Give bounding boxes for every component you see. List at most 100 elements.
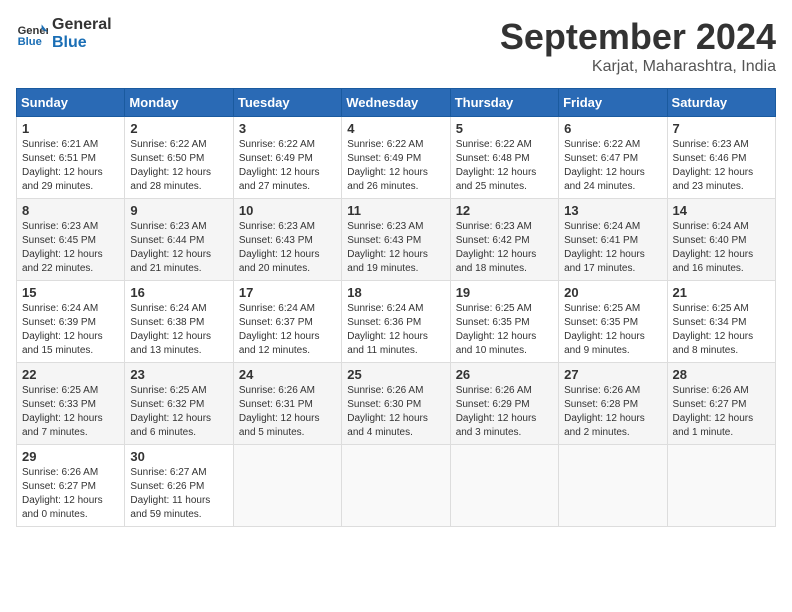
day-info: Sunrise: 6:24 AMSunset: 6:37 PMDaylight:… <box>239 303 320 356</box>
day-info: Sunrise: 6:24 AMSunset: 6:38 PMDaylight:… <box>130 303 211 356</box>
table-row <box>342 445 450 527</box>
location: Karjat, Maharashtra, India <box>500 58 776 76</box>
svg-text:Blue: Blue <box>18 36 42 48</box>
table-row: 26 Sunrise: 6:26 AMSunset: 6:29 PMDaylig… <box>450 363 558 445</box>
calendar-row: 8 Sunrise: 6:23 AMSunset: 6:45 PMDayligh… <box>17 199 776 281</box>
day-info: Sunrise: 6:24 AMSunset: 6:36 PMDaylight:… <box>347 303 428 356</box>
day-number: 26 <box>456 367 553 382</box>
calendar-row: 29 Sunrise: 6:26 AMSunset: 6:27 PMDaylig… <box>17 445 776 527</box>
day-info: Sunrise: 6:22 AMSunset: 6:48 PMDaylight:… <box>456 139 537 192</box>
logo-line2: Blue <box>52 34 112 52</box>
day-info: Sunrise: 6:23 AMSunset: 6:43 PMDaylight:… <box>239 221 320 274</box>
day-number: 11 <box>347 203 444 218</box>
table-row: 16 Sunrise: 6:24 AMSunset: 6:38 PMDaylig… <box>125 281 233 363</box>
day-info: Sunrise: 6:24 AMSunset: 6:40 PMDaylight:… <box>673 221 754 274</box>
table-row: 23 Sunrise: 6:25 AMSunset: 6:32 PMDaylig… <box>125 363 233 445</box>
month-title: September 2024 <box>500 16 776 58</box>
table-row: 22 Sunrise: 6:25 AMSunset: 6:33 PMDaylig… <box>17 363 125 445</box>
table-row: 18 Sunrise: 6:24 AMSunset: 6:36 PMDaylig… <box>342 281 450 363</box>
day-info: Sunrise: 6:26 AMSunset: 6:28 PMDaylight:… <box>564 385 645 438</box>
day-number: 9 <box>130 203 227 218</box>
col-sunday: Sunday <box>17 89 125 117</box>
table-row: 28 Sunrise: 6:26 AMSunset: 6:27 PMDaylig… <box>667 363 775 445</box>
day-number: 23 <box>130 367 227 382</box>
calendar-row: 15 Sunrise: 6:24 AMSunset: 6:39 PMDaylig… <box>17 281 776 363</box>
table-row <box>233 445 341 527</box>
col-monday: Monday <box>125 89 233 117</box>
day-info: Sunrise: 6:26 AMSunset: 6:27 PMDaylight:… <box>22 467 103 520</box>
day-info: Sunrise: 6:25 AMSunset: 6:34 PMDaylight:… <box>673 303 754 356</box>
day-number: 27 <box>564 367 661 382</box>
day-number: 14 <box>673 203 770 218</box>
table-row: 19 Sunrise: 6:25 AMSunset: 6:35 PMDaylig… <box>450 281 558 363</box>
col-saturday: Saturday <box>667 89 775 117</box>
table-row: 15 Sunrise: 6:24 AMSunset: 6:39 PMDaylig… <box>17 281 125 363</box>
day-number: 3 <box>239 121 336 136</box>
table-row: 25 Sunrise: 6:26 AMSunset: 6:30 PMDaylig… <box>342 363 450 445</box>
calendar-row: 1 Sunrise: 6:21 AMSunset: 6:51 PMDayligh… <box>17 117 776 199</box>
table-row: 13 Sunrise: 6:24 AMSunset: 6:41 PMDaylig… <box>559 199 667 281</box>
day-info: Sunrise: 6:22 AMSunset: 6:49 PMDaylight:… <box>347 139 428 192</box>
table-row: 3 Sunrise: 6:22 AMSunset: 6:49 PMDayligh… <box>233 117 341 199</box>
day-info: Sunrise: 6:23 AMSunset: 6:45 PMDaylight:… <box>22 221 103 274</box>
day-info: Sunrise: 6:23 AMSunset: 6:43 PMDaylight:… <box>347 221 428 274</box>
day-info: Sunrise: 6:25 AMSunset: 6:33 PMDaylight:… <box>22 385 103 438</box>
col-friday: Friday <box>559 89 667 117</box>
day-number: 20 <box>564 285 661 300</box>
day-info: Sunrise: 6:26 AMSunset: 6:27 PMDaylight:… <box>673 385 754 438</box>
table-row: 10 Sunrise: 6:23 AMSunset: 6:43 PMDaylig… <box>233 199 341 281</box>
table-row: 30 Sunrise: 6:27 AMSunset: 6:26 PMDaylig… <box>125 445 233 527</box>
day-number: 29 <box>22 449 119 464</box>
table-row <box>450 445 558 527</box>
col-thursday: Thursday <box>450 89 558 117</box>
day-number: 22 <box>22 367 119 382</box>
day-info: Sunrise: 6:22 AMSunset: 6:50 PMDaylight:… <box>130 139 211 192</box>
table-row: 27 Sunrise: 6:26 AMSunset: 6:28 PMDaylig… <box>559 363 667 445</box>
table-row: 6 Sunrise: 6:22 AMSunset: 6:47 PMDayligh… <box>559 117 667 199</box>
col-tuesday: Tuesday <box>233 89 341 117</box>
day-number: 15 <box>22 285 119 300</box>
table-row: 21 Sunrise: 6:25 AMSunset: 6:34 PMDaylig… <box>667 281 775 363</box>
table-row: 24 Sunrise: 6:26 AMSunset: 6:31 PMDaylig… <box>233 363 341 445</box>
logo-icon: General Blue <box>16 18 48 50</box>
logo: General Blue General Blue <box>16 16 112 51</box>
day-info: Sunrise: 6:27 AMSunset: 6:26 PMDaylight:… <box>130 467 210 520</box>
day-number: 30 <box>130 449 227 464</box>
day-info: Sunrise: 6:25 AMSunset: 6:32 PMDaylight:… <box>130 385 211 438</box>
table-row: 2 Sunrise: 6:22 AMSunset: 6:50 PMDayligh… <box>125 117 233 199</box>
table-row: 1 Sunrise: 6:21 AMSunset: 6:51 PMDayligh… <box>17 117 125 199</box>
day-number: 6 <box>564 121 661 136</box>
day-info: Sunrise: 6:26 AMSunset: 6:30 PMDaylight:… <box>347 385 428 438</box>
table-row: 17 Sunrise: 6:24 AMSunset: 6:37 PMDaylig… <box>233 281 341 363</box>
day-number: 1 <box>22 121 119 136</box>
day-info: Sunrise: 6:21 AMSunset: 6:51 PMDaylight:… <box>22 139 103 192</box>
day-info: Sunrise: 6:25 AMSunset: 6:35 PMDaylight:… <box>564 303 645 356</box>
col-wednesday: Wednesday <box>342 89 450 117</box>
day-info: Sunrise: 6:23 AMSunset: 6:42 PMDaylight:… <box>456 221 537 274</box>
table-row: 20 Sunrise: 6:25 AMSunset: 6:35 PMDaylig… <box>559 281 667 363</box>
day-info: Sunrise: 6:23 AMSunset: 6:44 PMDaylight:… <box>130 221 211 274</box>
day-info: Sunrise: 6:22 AMSunset: 6:49 PMDaylight:… <box>239 139 320 192</box>
day-info: Sunrise: 6:26 AMSunset: 6:31 PMDaylight:… <box>239 385 320 438</box>
table-row <box>667 445 775 527</box>
table-row: 14 Sunrise: 6:24 AMSunset: 6:40 PMDaylig… <box>667 199 775 281</box>
day-number: 24 <box>239 367 336 382</box>
calendar-table: Sunday Monday Tuesday Wednesday Thursday… <box>16 88 776 527</box>
day-number: 13 <box>564 203 661 218</box>
day-number: 12 <box>456 203 553 218</box>
day-number: 16 <box>130 285 227 300</box>
day-number: 28 <box>673 367 770 382</box>
table-row <box>559 445 667 527</box>
day-info: Sunrise: 6:26 AMSunset: 6:29 PMDaylight:… <box>456 385 537 438</box>
table-row: 29 Sunrise: 6:26 AMSunset: 6:27 PMDaylig… <box>17 445 125 527</box>
day-number: 5 <box>456 121 553 136</box>
title-area: September 2024 Karjat, Maharashtra, Indi… <box>500 16 776 76</box>
table-row: 11 Sunrise: 6:23 AMSunset: 6:43 PMDaylig… <box>342 199 450 281</box>
table-row: 4 Sunrise: 6:22 AMSunset: 6:49 PMDayligh… <box>342 117 450 199</box>
day-info: Sunrise: 6:22 AMSunset: 6:47 PMDaylight:… <box>564 139 645 192</box>
day-number: 25 <box>347 367 444 382</box>
day-info: Sunrise: 6:24 AMSunset: 6:41 PMDaylight:… <box>564 221 645 274</box>
day-info: Sunrise: 6:24 AMSunset: 6:39 PMDaylight:… <box>22 303 103 356</box>
day-number: 10 <box>239 203 336 218</box>
calendar-row: 22 Sunrise: 6:25 AMSunset: 6:33 PMDaylig… <box>17 363 776 445</box>
